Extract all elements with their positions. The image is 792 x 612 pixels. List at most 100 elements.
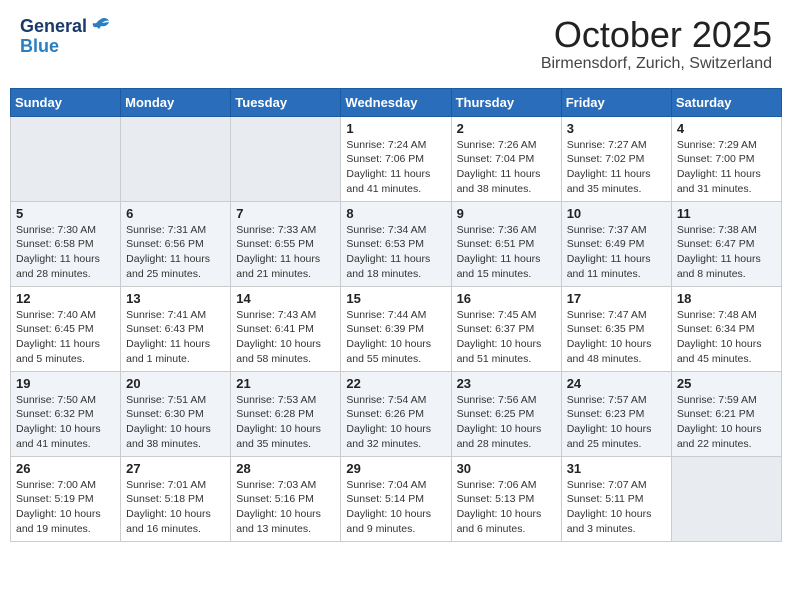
day-info: Sunrise: 7:43 AM Sunset: 6:41 PM Dayligh… — [236, 308, 335, 367]
day-number: 2 — [457, 121, 556, 136]
calendar-week-row: 19 Sunrise: 7:50 AM Sunset: 6:32 PM Dayli… — [11, 371, 782, 456]
calendar-cell: 10 Sunrise: 7:37 AM Sunset: 6:49 PM Dayli… — [561, 201, 671, 286]
day-number: 28 — [236, 461, 335, 476]
calendar-cell: 6Sunrise: 7:31 AM Sunset: 6:56 PM Daylig… — [121, 201, 231, 286]
calendar-cell: 14 Sunrise: 7:43 AM Sunset: 6:41 PM Dayli… — [231, 286, 341, 371]
day-number: 17 — [567, 291, 666, 306]
logo-general: General — [20, 17, 87, 35]
day-info: Sunrise: 7:48 AM Sunset: 6:34 PM Dayligh… — [677, 308, 776, 367]
day-info: Sunrise: 7:37 AM Sunset: 6:49 PM Dayligh… — [567, 223, 666, 282]
calendar-cell: 9 Sunrise: 7:36 AM Sunset: 6:51 PM Daylig… — [451, 201, 561, 286]
day-info: Sunrise: 7:41 AM Sunset: 6:43 PM Dayligh… — [126, 308, 225, 367]
day-number: 5 — [16, 206, 115, 221]
day-number: 24 — [567, 376, 666, 391]
day-info: Sunrise: 7:29 AM Sunset: 7:00 PM Dayligh… — [677, 138, 776, 197]
day-info: Sunrise: 7:36 AM Sunset: 6:51 PM Dayligh… — [457, 223, 556, 282]
weekday-header-row: SundayMondayTuesdayWednesdayThursdayFrid… — [11, 88, 782, 116]
day-info: Sunrise: 7:45 AM Sunset: 6:37 PM Dayligh… — [457, 308, 556, 367]
calendar-cell: 28 Sunrise: 7:03 AM Sunset: 5:16 PM Dayli… — [231, 456, 341, 541]
day-info: Sunrise: 7:26 AM Sunset: 7:04 PM Dayligh… — [457, 138, 556, 197]
day-info: Sunrise: 7:57 AM Sunset: 6:23 PM Dayligh… — [567, 393, 666, 452]
day-info: Sunrise: 7:33 AM Sunset: 6:55 PM Dayligh… — [236, 223, 335, 282]
calendar-cell: 18 Sunrise: 7:48 AM Sunset: 6:34 PM Dayli… — [671, 286, 781, 371]
calendar-cell: 24 Sunrise: 7:57 AM Sunset: 6:23 PM Dayli… — [561, 371, 671, 456]
day-number: 27 — [126, 461, 225, 476]
day-number: 18 — [677, 291, 776, 306]
day-info: Sunrise: 7:27 AM Sunset: 7:02 PM Dayligh… — [567, 138, 666, 197]
day-info: Sunrise: 7:40 AM Sunset: 6:45 PM Dayligh… — [16, 308, 115, 367]
day-number: 25 — [677, 376, 776, 391]
day-number: 14 — [236, 291, 335, 306]
day-info: Sunrise: 7:44 AM Sunset: 6:39 PM Dayligh… — [346, 308, 445, 367]
calendar-cell: 11Sunrise: 7:38 AM Sunset: 6:47 PM Dayli… — [671, 201, 781, 286]
day-info: Sunrise: 7:06 AM Sunset: 5:13 PM Dayligh… — [457, 478, 556, 537]
calendar-week-row: 1 Sunrise: 7:24 AM Sunset: 7:06 PM Daylig… — [11, 116, 782, 201]
day-number: 7 — [236, 206, 335, 221]
day-number: 3 — [567, 121, 666, 136]
day-number: 10 — [567, 206, 666, 221]
day-info: Sunrise: 7:34 AM Sunset: 6:53 PM Dayligh… — [346, 223, 445, 282]
day-info: Sunrise: 7:50 AM Sunset: 6:32 PM Dayligh… — [16, 393, 115, 452]
calendar-week-row: 12 Sunrise: 7:40 AM Sunset: 6:45 PM Dayli… — [11, 286, 782, 371]
day-info: Sunrise: 7:53 AM Sunset: 6:28 PM Dayligh… — [236, 393, 335, 452]
month-title: October 2025 — [541, 15, 772, 55]
day-number: 13 — [126, 291, 225, 306]
day-number: 1 — [346, 121, 445, 136]
weekday-header-wednesday: Wednesday — [341, 88, 451, 116]
calendar-cell: 26 Sunrise: 7:00 AM Sunset: 5:19 PM Dayli… — [11, 456, 121, 541]
weekday-header-thursday: Thursday — [451, 88, 561, 116]
day-number: 20 — [126, 376, 225, 391]
day-info: Sunrise: 7:03 AM Sunset: 5:16 PM Dayligh… — [236, 478, 335, 537]
weekday-header-tuesday: Tuesday — [231, 88, 341, 116]
calendar-cell — [231, 116, 341, 201]
day-number: 22 — [346, 376, 445, 391]
weekday-header-saturday: Saturday — [671, 88, 781, 116]
calendar-cell — [11, 116, 121, 201]
calendar-cell: 20 Sunrise: 7:51 AM Sunset: 6:30 PM Dayli… — [121, 371, 231, 456]
calendar-cell: 8 Sunrise: 7:34 AM Sunset: 6:53 PM Daylig… — [341, 201, 451, 286]
calendar-cell: 27 Sunrise: 7:01 AM Sunset: 5:18 PM Dayli… — [121, 456, 231, 541]
day-info: Sunrise: 7:30 AM Sunset: 6:58 PM Dayligh… — [16, 223, 115, 282]
weekday-header-friday: Friday — [561, 88, 671, 116]
day-info: Sunrise: 7:47 AM Sunset: 6:35 PM Dayligh… — [567, 308, 666, 367]
day-info: Sunrise: 7:00 AM Sunset: 5:19 PM Dayligh… — [16, 478, 115, 537]
day-number: 21 — [236, 376, 335, 391]
day-number: 12 — [16, 291, 115, 306]
day-info: Sunrise: 7:54 AM Sunset: 6:26 PM Dayligh… — [346, 393, 445, 452]
calendar-cell: 31 Sunrise: 7:07 AM Sunset: 5:11 PM Dayli… — [561, 456, 671, 541]
logo-bird-icon — [89, 15, 111, 37]
calendar-cell: 1 Sunrise: 7:24 AM Sunset: 7:06 PM Daylig… — [341, 116, 451, 201]
calendar-cell: 4Sunrise: 7:29 AM Sunset: 7:00 PM Daylig… — [671, 116, 781, 201]
calendar-cell — [121, 116, 231, 201]
day-info: Sunrise: 7:04 AM Sunset: 5:14 PM Dayligh… — [346, 478, 445, 537]
day-number: 8 — [346, 206, 445, 221]
day-info: Sunrise: 7:01 AM Sunset: 5:18 PM Dayligh… — [126, 478, 225, 537]
calendar-cell: 7 Sunrise: 7:33 AM Sunset: 6:55 PM Daylig… — [231, 201, 341, 286]
day-number: 9 — [457, 206, 556, 221]
day-number: 15 — [346, 291, 445, 306]
calendar-cell: 2 Sunrise: 7:26 AM Sunset: 7:04 PM Daylig… — [451, 116, 561, 201]
weekday-header-monday: Monday — [121, 88, 231, 116]
day-number: 16 — [457, 291, 556, 306]
calendar-cell: 29 Sunrise: 7:04 AM Sunset: 5:14 PM Dayli… — [341, 456, 451, 541]
day-info: Sunrise: 7:07 AM Sunset: 5:11 PM Dayligh… — [567, 478, 666, 537]
logo: General Blue — [20, 15, 111, 55]
day-info: Sunrise: 7:51 AM Sunset: 6:30 PM Dayligh… — [126, 393, 225, 452]
day-info: Sunrise: 7:24 AM Sunset: 7:06 PM Dayligh… — [346, 138, 445, 197]
calendar-cell: 5 Sunrise: 7:30 AM Sunset: 6:58 PM Daylig… — [11, 201, 121, 286]
calendar-table: SundayMondayTuesdayWednesdayThursdayFrid… — [10, 88, 782, 542]
day-info: Sunrise: 7:38 AM Sunset: 6:47 PM Dayligh… — [677, 223, 776, 282]
logo-blue: Blue — [20, 37, 59, 55]
day-info: Sunrise: 7:59 AM Sunset: 6:21 PM Dayligh… — [677, 393, 776, 452]
day-info: Sunrise: 7:31 AM Sunset: 6:56 PM Dayligh… — [126, 223, 225, 282]
title-section: October 2025 Birmensdorf, Zurich, Switze… — [541, 15, 772, 73]
calendar-week-row: 26 Sunrise: 7:00 AM Sunset: 5:19 PM Dayli… — [11, 456, 782, 541]
day-number: 19 — [16, 376, 115, 391]
location-text: Birmensdorf, Zurich, Switzerland — [541, 55, 772, 73]
calendar-cell: 3 Sunrise: 7:27 AM Sunset: 7:02 PM Daylig… — [561, 116, 671, 201]
day-number: 26 — [16, 461, 115, 476]
calendar-cell: 23Sunrise: 7:56 AM Sunset: 6:25 PM Dayli… — [451, 371, 561, 456]
day-number: 29 — [346, 461, 445, 476]
calendar-cell: 30Sunrise: 7:06 AM Sunset: 5:13 PM Dayli… — [451, 456, 561, 541]
day-number: 31 — [567, 461, 666, 476]
